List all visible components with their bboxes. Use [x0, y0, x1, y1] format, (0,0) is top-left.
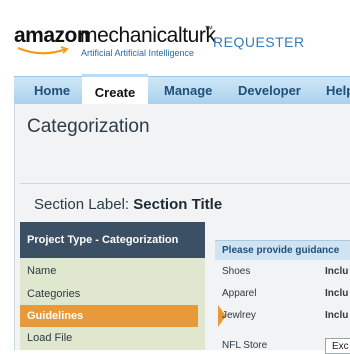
amazon-smile-icon [17, 46, 69, 55]
table-row-category: NFL Store [222, 340, 268, 351]
table-row-guidance[interactable]: Inclu [325, 288, 348, 299]
logo-amazon-text: amazon [14, 24, 90, 47]
step-name[interactable]: Name [20, 260, 205, 282]
tab-home[interactable]: Home [34, 77, 70, 105]
requester-label: REQUESTER [213, 34, 305, 50]
tab-manage[interactable]: Manage [164, 77, 212, 105]
steps-header: Project Type - Categorization [20, 222, 205, 258]
step-guidelines-label: Guidelines [27, 310, 84, 322]
section-label: Section Label: Section Title [34, 196, 222, 213]
step-load-file[interactable]: Load File [20, 327, 205, 349]
guidance-select[interactable]: Exc [325, 338, 350, 354]
guidance-table-header: Please provide guidance [215, 240, 350, 260]
section-label-prefix: Section Label: [34, 196, 130, 213]
tab-create[interactable]: Create [82, 74, 148, 108]
tab-developer[interactable]: Developer [238, 77, 301, 105]
tab-help[interactable]: Help [326, 77, 350, 105]
section-divider [20, 183, 350, 184]
main-nav: Home Create Manage Developer Help [14, 74, 350, 108]
step-categories[interactable]: Categories [20, 283, 205, 305]
table-row-category: Shoes [222, 266, 251, 277]
steps-list: Name Categories Guidelines Load File [20, 258, 226, 350]
logo-mechanicalturk-text: mechanicalturk [80, 24, 216, 47]
table-row-guidance[interactable]: Inclu [325, 310, 348, 321]
logo-tagline: Artificial Artificial Intelligence [81, 48, 195, 58]
table-row-category: Apparel [222, 288, 257, 299]
table-row-guidance[interactable]: Inclu [325, 266, 348, 277]
step-guidelines[interactable]: Guidelines [20, 305, 226, 327]
page-title: Categorization [27, 116, 150, 137]
logo-trademark: ™ [204, 24, 213, 34]
table-row-category: Jewlrey [222, 310, 256, 321]
section-label-value: Section Title [133, 196, 223, 213]
